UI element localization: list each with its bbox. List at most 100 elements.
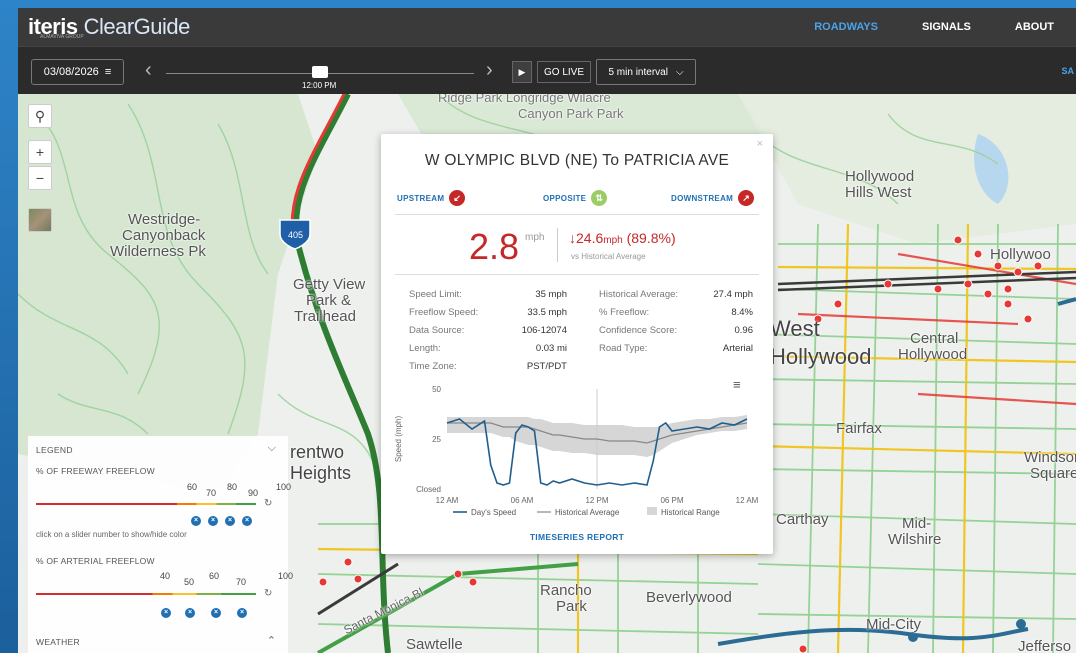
arterial-tick-60[interactable]: 60 xyxy=(209,571,219,581)
close-icon[interactable]: × xyxy=(211,608,221,618)
legend-note: click on a slider number to show/hide co… xyxy=(36,530,187,539)
info-right-label: Road Type: xyxy=(599,343,648,354)
nav-roadways[interactable]: ROADWAYS xyxy=(792,21,900,33)
map-label-brentwood-2: Heights xyxy=(290,463,352,483)
map-label-fairfax: Fairfax xyxy=(836,420,882,437)
close-icon[interactable]: × xyxy=(185,608,195,618)
close-icon[interactable]: × xyxy=(237,608,247,618)
satellite-toggle[interactable] xyxy=(28,208,52,232)
nav-about[interactable]: ABOUT xyxy=(993,21,1076,33)
y-tick-label: 25 xyxy=(432,435,441,444)
speed-delta: ↓24.6mph (89.8%) xyxy=(569,230,676,246)
upstream-label: UPSTREAM xyxy=(397,193,445,203)
map-label-westridge: Westridge- xyxy=(128,211,201,228)
delta-pct: (89.8%) xyxy=(626,230,676,246)
opposite-link[interactable]: OPPOSITE ⇅ xyxy=(543,190,608,206)
legend-label-historical-average: Historical Average xyxy=(555,508,620,517)
freeway-tick-60[interactable]: 60 xyxy=(187,482,197,492)
interval-select[interactable]: 5 min interval ⌵ xyxy=(596,59,696,85)
segment-title: W OLYMPIC BLVD (NE) To PATRICIA AVE xyxy=(424,152,730,169)
freeway-label: % OF FREEWAY FREEFLOW xyxy=(36,466,155,476)
close-icon[interactable]: × xyxy=(161,608,171,618)
chevron-up-icon[interactable]: ⌃ xyxy=(267,634,276,647)
play-icon: ▶ xyxy=(518,66,526,77)
legend-label-historical-range: Historical Range xyxy=(661,508,720,517)
divider xyxy=(395,214,759,215)
x-tick-label: 12 AM xyxy=(736,496,759,505)
freeway-tick-90[interactable]: 90 xyxy=(248,488,258,498)
close-icon[interactable]: × xyxy=(225,516,235,526)
chevron-down-icon[interactable]: ⌵ xyxy=(268,442,276,455)
downstream-link[interactable]: DOWNSTREAM ↗ xyxy=(671,190,755,206)
freeway-tick-100[interactable]: 100 xyxy=(276,482,291,492)
date-picker[interactable]: 03/08/2026 ≡ xyxy=(31,59,124,85)
zoom-out-button[interactable]: − xyxy=(28,166,52,190)
opposite-label: OPPOSITE xyxy=(543,193,587,203)
reset-icon[interactable]: ↻ xyxy=(264,588,272,599)
close-icon[interactable]: × xyxy=(191,516,201,526)
map[interactable]: 405 Westridge- Canyonback Wilderness Pk … xyxy=(18,94,1076,653)
top-navbar: iteris ClearGuide ALMAVIVA GROUP ROADWAY… xyxy=(18,8,1076,46)
zoom-in-button[interactable]: + xyxy=(28,140,52,164)
x-tick-label: 06 AM xyxy=(511,496,534,505)
swap-icon: ⇅ xyxy=(591,190,608,206)
desktop-edge xyxy=(0,0,18,653)
legend-panel: LEGEND ⌵ % OF FREEWAY FREEFLOW 60 70 80 … xyxy=(28,436,293,653)
chevron-left-icon[interactable]: ‹ xyxy=(145,59,152,81)
info-left-value: 0.03 mi xyxy=(535,343,567,354)
logo-product: ClearGuide xyxy=(83,14,191,39)
freeway-tick-80[interactable]: 80 xyxy=(227,482,237,492)
map-label-windsor-1: Windsor xyxy=(1024,449,1076,466)
map-label-hollywood-hills-2: Hills West xyxy=(845,184,912,201)
arrow-up-right-icon: ↗ xyxy=(738,190,755,206)
close-icon[interactable]: × xyxy=(757,138,763,150)
arterial-label: % OF ARTERIAL FREEFLOW xyxy=(36,556,155,566)
arterial-tick-50[interactable]: 50 xyxy=(184,577,194,587)
map-label-wilderness: Wilderness Pk xyxy=(110,243,206,260)
time-slider-label: 12:00 PM xyxy=(302,81,337,90)
nav-signals[interactable]: SIGNALS xyxy=(900,21,993,33)
play-button[interactable]: ▶ xyxy=(512,61,532,83)
info-right-value: Arterial xyxy=(722,343,753,354)
menu-icon[interactable]: ≡ xyxy=(733,377,741,392)
go-live-button[interactable]: GO LIVE xyxy=(537,61,591,83)
map-label-405: 405 xyxy=(288,230,303,240)
map-label-sawtelle: Sawtelle xyxy=(406,636,463,653)
freeway-color-bar[interactable] xyxy=(36,503,256,505)
x-tick-label: 12 PM xyxy=(585,496,608,505)
arterial-color-bar[interactable] xyxy=(36,593,256,595)
info-right-value: 8.4% xyxy=(731,307,753,318)
x-tick-label: 12 AM xyxy=(436,496,459,505)
close-icon[interactable]: × xyxy=(208,516,218,526)
map-label-brentwood-1: rentwo xyxy=(290,442,345,462)
time-slider-thumb[interactable] xyxy=(312,66,328,78)
timeseries-report-link[interactable]: TIMESERIES REPORT xyxy=(381,532,773,542)
chevron-right-icon[interactable]: › xyxy=(486,59,493,81)
map-label-beverlywood: Beverlywood xyxy=(646,589,732,606)
info-left-label: Time Zone: xyxy=(409,361,457,372)
search-button[interactable]: ⚲ xyxy=(28,104,52,128)
info-left-value: 106-12074 xyxy=(521,325,567,336)
info-left-value: 33.5 mph xyxy=(527,307,567,318)
nav-links: ROADWAYS SIGNALS ABOUT xyxy=(792,8,1076,46)
freeway-tick-70[interactable]: 70 xyxy=(206,488,216,498)
divider xyxy=(395,274,759,275)
info-right-value: 27.4 mph xyxy=(713,289,753,300)
logo[interactable]: iteris ClearGuide ALMAVIVA GROUP xyxy=(28,14,190,40)
arterial-tick-100[interactable]: 100 xyxy=(278,571,293,581)
close-icon[interactable]: × xyxy=(242,516,252,526)
upstream-link[interactable]: UPSTREAM ↙ xyxy=(397,190,466,206)
arterial-tick-70[interactable]: 70 xyxy=(236,577,246,587)
time-bar: 03/08/2026 ≡ ‹ 12:00 PM › ▶ GO LIVE 5 mi… xyxy=(18,46,1076,94)
chevron-down-icon: ⌵ xyxy=(675,66,684,78)
info-left-value: 35 mph xyxy=(535,289,567,300)
y-tick-label: Closed xyxy=(416,485,441,494)
current-speed: 2.8 xyxy=(469,226,520,267)
segment-popup: × W OLYMPIC BLVD (NE) To PATRICIA AVE UP… xyxy=(381,134,773,554)
reset-icon[interactable]: ↻ xyxy=(264,498,272,509)
map-label-longridge: Ridge Park Longridge Wilacre xyxy=(438,94,611,105)
menu-icon: ≡ xyxy=(104,66,112,78)
arterial-tick-40[interactable]: 40 xyxy=(160,571,170,581)
save-link[interactable]: SA xyxy=(1061,66,1074,76)
map-label-central-2: Hollywood xyxy=(898,346,968,363)
